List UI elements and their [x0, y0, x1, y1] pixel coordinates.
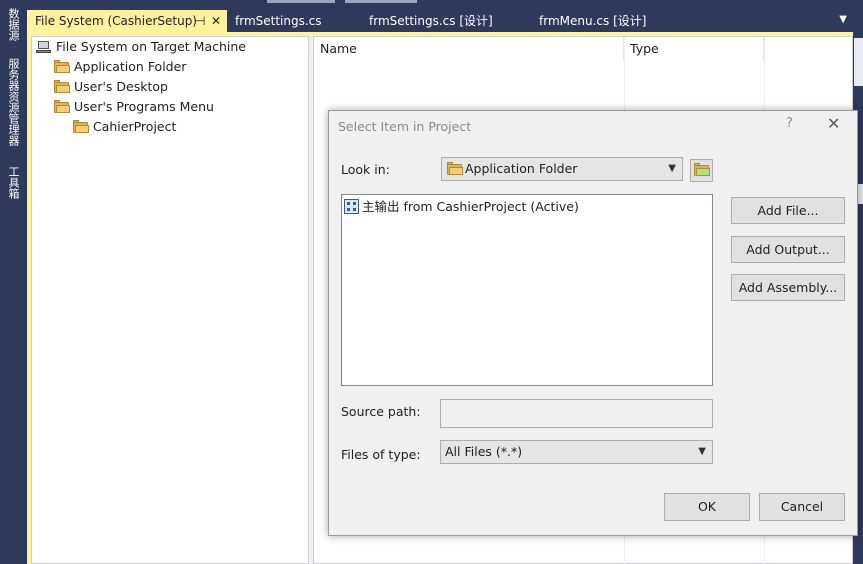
- source-path-field: [440, 399, 713, 428]
- top-scroll-thumb-1[interactable]: [267, 0, 335, 3]
- top-strip: [27, 0, 863, 10]
- tab-frmsettings-cs-label: frmSettings.cs: [235, 14, 322, 28]
- side-tab-data-sources[interactable]: 数据源: [5, 8, 21, 41]
- help-button[interactable]: ?: [786, 116, 793, 131]
- pin-icon[interactable]: ⊣: [195, 10, 205, 32]
- tab-frmsettings-cs[interactable]: frmSettings.cs: [227, 10, 357, 32]
- project-items-list[interactable]: 主输出 from CashierProject (Active): [341, 194, 713, 386]
- chevron-down-icon: ▼: [668, 163, 676, 174]
- tree-item-label: User's Desktop: [74, 79, 168, 94]
- up-folder-icon: [694, 163, 710, 176]
- up-folder-button[interactable]: [690, 159, 713, 182]
- close-button[interactable]: ✕: [827, 114, 840, 133]
- tree-item-label: User's Programs Menu: [74, 99, 214, 114]
- tab-frmmenu-design-label: frmMenu.cs [设计]: [539, 14, 647, 28]
- close-icon[interactable]: ✕: [211, 10, 221, 32]
- cancel-button[interactable]: Cancel: [759, 493, 845, 521]
- look-in-combo[interactable]: Application Folder ▼: [441, 157, 683, 181]
- document-tab-bar: File System (CashierSetup) ⊣ ✕ frmSettin…: [27, 10, 853, 32]
- side-tab-server-explorer[interactable]: 服务器资源管理器: [5, 58, 21, 146]
- tab-file-system[interactable]: File System (CashierSetup) ⊣ ✕: [27, 10, 227, 32]
- tab-frmsettings-design-label: frmSettings.cs [设计]: [369, 14, 493, 28]
- chevron-down-icon[interactable]: ▼: [839, 14, 847, 25]
- column-header-type[interactable]: Type: [624, 37, 764, 61]
- tree-item-label: CahierProject: [93, 119, 177, 134]
- look-in-label: Look in:: [341, 162, 390, 177]
- dialog-title: Select Item in Project: [338, 119, 472, 134]
- tab-file-system-label: File System (CashierSetup): [35, 14, 197, 28]
- add-file-button[interactable]: Add File...: [731, 197, 845, 224]
- files-of-type-combo[interactable]: All Files (*.*) ▼: [440, 440, 713, 464]
- folder-icon: [54, 100, 70, 113]
- tab-frmsettings-design[interactable]: frmSettings.cs [设计]: [361, 10, 529, 32]
- files-of-type-label: Files of type:: [341, 447, 421, 462]
- add-output-button[interactable]: Add Output...: [731, 236, 845, 263]
- side-tab-toolbox[interactable]: 工具箱: [5, 166, 21, 199]
- top-scroll-thumb-2[interactable]: [345, 0, 417, 3]
- look-in-value: Application Folder: [465, 161, 578, 176]
- ok-button[interactable]: OK: [664, 493, 750, 521]
- chevron-down-icon: ▼: [698, 446, 706, 457]
- side-toolwindow-strip: 数据源 服务器资源管理器 工具箱: [0, 0, 27, 564]
- file-system-tree[interactable]: File System on Target Machine Applicatio…: [31, 36, 309, 564]
- folder-icon: [73, 120, 89, 133]
- add-assembly-button[interactable]: Add Assembly...: [731, 274, 845, 301]
- select-item-dialog: Select Item in Project ? ✕ Look in: Appl…: [328, 110, 858, 536]
- right-tab[interactable]: [854, 38, 863, 86]
- tab-frmmenu-design[interactable]: frmMenu.cs [设计]: [531, 10, 691, 32]
- tree-item-label: Application Folder: [74, 59, 187, 74]
- files-of-type-value: All Files (*.*): [445, 444, 523, 459]
- folder-icon: [54, 80, 70, 93]
- list-item-label: 主输出 from CashierProject (Active): [362, 199, 579, 214]
- computer-icon: [36, 41, 51, 54]
- folder-icon: [54, 60, 70, 73]
- source-path-label: Source path:: [341, 404, 421, 419]
- tree-root-label: File System on Target Machine: [56, 39, 246, 54]
- folder-icon: [447, 162, 463, 175]
- project-output-icon: [344, 199, 359, 214]
- column-header-name[interactable]: Name: [314, 37, 624, 61]
